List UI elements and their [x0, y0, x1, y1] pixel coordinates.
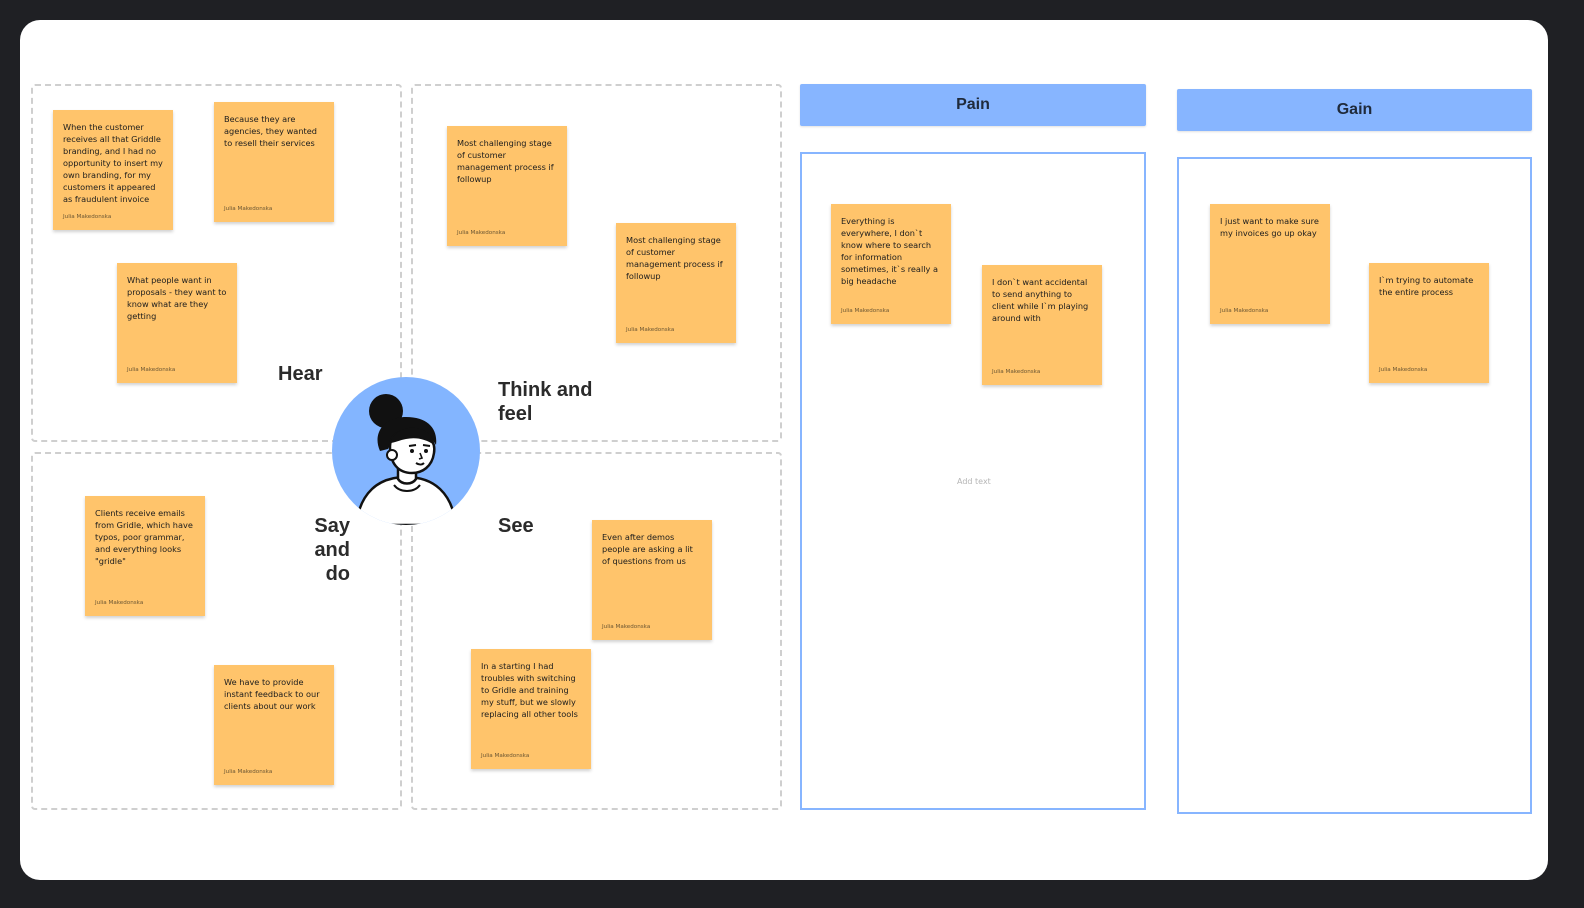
note-author: Julia Makedonska [602, 624, 651, 630]
note-author: Julia Makedonska [224, 769, 273, 775]
say-do-label: Say and do [314, 515, 350, 585]
whiteboard-canvas[interactable]: When the customer receives all that Grid… [20, 20, 1548, 880]
note-text: What people want in proposals - they wan… [127, 275, 227, 321]
note-text: Most challenging stage of customer manag… [457, 138, 554, 184]
sticky-note[interactable]: I don`t want accidental to send anything… [982, 265, 1102, 385]
user-persona-icon [354, 394, 458, 525]
note-author: Julia Makedonska [1379, 367, 1428, 373]
sticky-note[interactable]: Everything is everywhere, I don`t know w… [831, 204, 951, 324]
note-author: Julia Makedonska [63, 214, 112, 220]
note-text: Because they are agencies, they wanted t… [224, 114, 317, 148]
sticky-note[interactable]: Most challenging stage of customer manag… [447, 126, 567, 246]
sticky-note[interactable]: Because they are agencies, they wanted t… [214, 102, 334, 222]
sticky-note[interactable]: When the customer receives all that Grid… [53, 110, 173, 230]
note-author: Julia Makedonska [1220, 308, 1269, 314]
note-text: I just want to make sure my invoices go … [1220, 216, 1319, 238]
sticky-note[interactable]: Most challenging stage of customer manag… [616, 223, 736, 343]
note-author: Julia Makedonska [95, 600, 144, 606]
pain-header[interactable]: Pain [800, 84, 1146, 126]
sticky-note[interactable]: I`m trying to automate the entire proces… [1369, 263, 1489, 383]
add-text-placeholder[interactable]: Add text [957, 477, 991, 486]
note-author: Julia Makedonska [457, 230, 506, 236]
note-text: Clients receive emails from Gridle, whic… [95, 508, 193, 566]
gain-title: Gain [1336, 101, 1373, 118]
see-label: See [498, 515, 534, 537]
sticky-note[interactable]: What people want in proposals - they wan… [117, 263, 237, 383]
sticky-note[interactable]: In a starting I had troubles with switch… [471, 649, 591, 769]
persona-avatar[interactable] [332, 377, 480, 525]
note-author: Julia Makedonska [992, 369, 1041, 375]
note-text: Everything is everywhere, I don`t know w… [841, 216, 938, 286]
note-text: When the customer receives all that Grid… [63, 122, 163, 204]
note-author: Julia Makedonska [841, 308, 890, 314]
note-text: Even after demos people are asking a lit… [602, 532, 693, 566]
note-text: I`m trying to automate the entire proces… [1379, 275, 1474, 297]
note-author: Julia Makedonska [626, 327, 675, 333]
gain-header[interactable]: Gain [1177, 89, 1532, 131]
hear-label: Hear [278, 363, 323, 385]
sticky-note[interactable]: I just want to make sure my invoices go … [1210, 204, 1330, 324]
note-author: Julia Makedonska [127, 367, 176, 373]
sticky-note[interactable]: We have to provide instant feedback to o… [214, 665, 334, 785]
note-text: I don`t want accidental to send anything… [992, 277, 1089, 323]
sticky-note[interactable]: Clients receive emails from Gridle, whic… [85, 496, 205, 616]
think-feel-label: Think and feel [498, 379, 593, 425]
note-author: Julia Makedonska [481, 753, 530, 759]
note-text: We have to provide instant feedback to o… [224, 677, 320, 711]
note-text: In a starting I had troubles with switch… [481, 661, 578, 719]
sticky-note[interactable]: Even after demos people are asking a lit… [592, 520, 712, 640]
note-text: Most challenging stage of customer manag… [626, 235, 723, 281]
pain-title: Pain [956, 96, 990, 113]
note-author: Julia Makedonska [224, 206, 273, 212]
